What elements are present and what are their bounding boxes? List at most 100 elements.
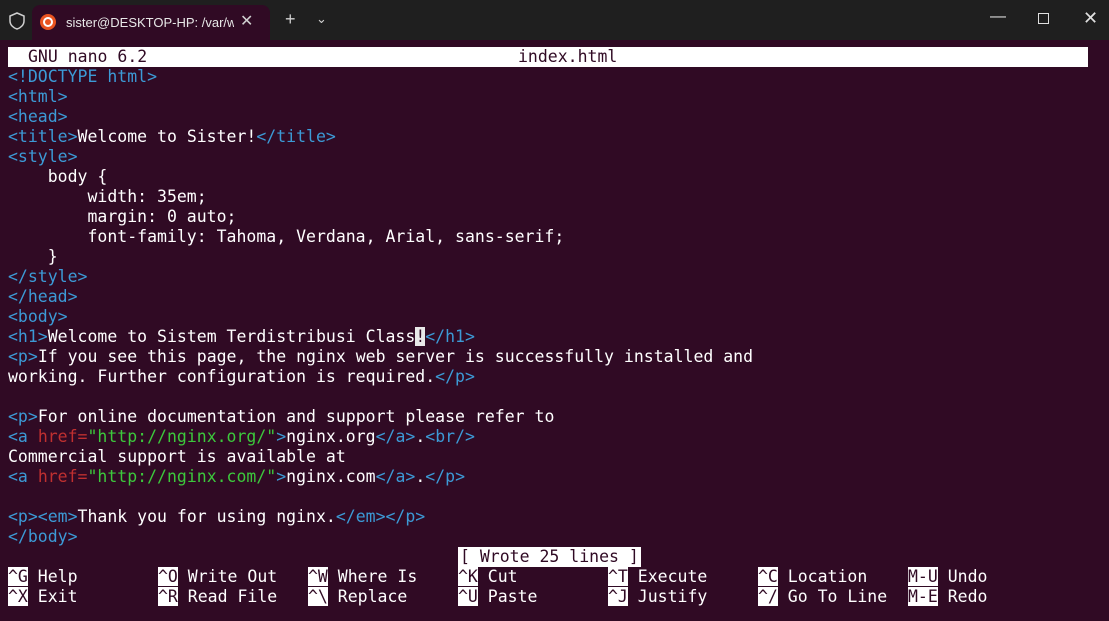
shortcut-label: Undo (937, 567, 988, 586)
code-token: <h1> (8, 327, 48, 346)
shortcut-label: Justify (627, 587, 708, 606)
shortcut-label: Cut (477, 567, 518, 586)
code-line: font-family: Tahoma, Verdana, Arial, san… (8, 227, 753, 247)
window-titlebar: sister@DESKTOP-HP: /var/ww ✕ + ⌄ — ✕ (0, 0, 1109, 40)
code-token: <a (8, 467, 38, 486)
shortcut-key: ^X (8, 587, 28, 606)
file-name: index.html (518, 47, 618, 66)
shortcut-label: Go To Line (777, 587, 888, 606)
code-token: </h1> (425, 327, 475, 346)
shortcut-label: Paste (477, 587, 538, 606)
shortcut-key: ^G (8, 567, 28, 586)
shortcut-execute[interactable]: ^T Execute (608, 567, 707, 587)
code-line: width: 35em; (8, 187, 753, 207)
code-line: working. Further configuration is requir… (8, 367, 753, 387)
shortcut-label: Location (777, 567, 868, 586)
shortcut-undo[interactable]: M-U Undo (908, 567, 987, 587)
code-token: </p> (435, 367, 475, 386)
shortcut-redo[interactable]: M-E Redo (908, 587, 987, 607)
code-token: > (276, 427, 287, 446)
code-token: body { (8, 167, 108, 186)
shortcut-key: ^W (308, 567, 328, 586)
code-token: working. Further configuration is requir… (8, 367, 436, 386)
shortcut-help[interactable]: ^G Help (8, 567, 78, 587)
code-token: Welcome to Sister! (77, 127, 257, 146)
code-token: href= (37, 467, 88, 486)
shortcut-replace[interactable]: ^\ Replace (308, 587, 407, 607)
code-line: <style> (8, 147, 753, 167)
code-token: <p> (8, 407, 38, 426)
shortcut-key: ^\ (308, 587, 328, 606)
code-token: </body> (8, 527, 78, 546)
tab-title: sister@DESKTOP-HP: /var/ww (66, 15, 234, 30)
code-token: <br/> (425, 427, 475, 446)
code-token: "http://nginx.com/" (87, 467, 277, 486)
shortcut-label: Help (27, 567, 78, 586)
code-token: For online documentation and support ple… (37, 407, 555, 426)
shield-icon[interactable] (8, 12, 26, 30)
shortcut-key: M-U (908, 567, 938, 586)
code-token: </p> (425, 467, 466, 486)
code-token: <html> (8, 87, 68, 106)
code-token: </em></p> (335, 507, 426, 526)
code-line: body { (8, 167, 753, 187)
code-token: </head> (8, 287, 78, 306)
code-line: <a href="http://nginx.org/">nginx.org</a… (8, 427, 753, 447)
shortcut-cut[interactable]: ^K Cut (458, 567, 518, 587)
shortcut-label: Where Is (327, 567, 418, 586)
shortcut-label: Replace (327, 587, 408, 606)
code-token: > (276, 467, 287, 486)
status-message: [ Wrote 25 lines ] (458, 547, 641, 567)
code-line: <p>If you see this page, the nginx web s… (8, 347, 753, 367)
chevron-down-icon[interactable]: ⌄ (316, 11, 327, 27)
maximize-icon[interactable] (1038, 13, 1049, 24)
plus-icon[interactable]: + (285, 10, 296, 28)
terminal-tab[interactable]: sister@DESKTOP-HP: /var/ww ✕ (32, 5, 270, 40)
shortcut-key: M-E (908, 587, 938, 606)
shortcut-key: ^U (458, 587, 478, 606)
code-token: nginx.com (286, 467, 376, 486)
code-token: </a> (375, 467, 416, 486)
close-icon[interactable]: ✕ (240, 11, 253, 31)
code-line: <title>Welcome to Sister!</title> (8, 127, 753, 147)
shortcut-paste[interactable]: ^U Paste (458, 587, 537, 607)
shortcut-label: Write Out (177, 567, 278, 586)
code-token: . (415, 427, 426, 446)
minimize-icon[interactable]: — (990, 8, 1006, 26)
shortcut-key: ^C (758, 567, 778, 586)
shortcut-write-out[interactable]: ^O Write Out (158, 567, 277, 587)
code-token: Commercial support is available at (8, 447, 346, 466)
nano-header: GNU nano 6.2 index.html (8, 47, 1088, 67)
code-token: Thank you for using nginx. (77, 507, 336, 526)
code-token: <title> (8, 127, 78, 146)
code-token: . (415, 467, 426, 486)
code-token: <body> (8, 307, 68, 326)
shortcut-exit[interactable]: ^X Exit (8, 587, 78, 607)
ubuntu-icon (40, 14, 56, 30)
code-token: font-family: Tahoma, Verdana, Arial, san… (8, 227, 565, 246)
shortcut-justify[interactable]: ^J Justify (608, 587, 707, 607)
shortcut-read-file[interactable]: ^R Read File (158, 587, 277, 607)
shortcut-label: Execute (627, 567, 708, 586)
code-token: Welcome to Sistem Terdistribusi Class (47, 327, 416, 346)
code-token: <p> (8, 347, 38, 366)
shortcut-key: ^O (158, 567, 178, 586)
shortcut-key: ^K (458, 567, 478, 586)
editor-buffer[interactable]: <!DOCTYPE html> <html> <head> <title>Welcom… (8, 67, 753, 547)
code-token: <head> (8, 107, 68, 126)
shortcut-location[interactable]: ^C Location (758, 567, 867, 587)
code-line: <p><em>Thank you for using nginx.</em></… (8, 507, 753, 527)
shortcut-key: ^J (608, 587, 628, 606)
code-token: </title> (256, 127, 336, 146)
shortcut-label: Redo (937, 587, 988, 606)
nano-version: GNU nano 6.2 (28, 47, 148, 66)
code-token: "http://nginx.org/" (87, 427, 277, 446)
code-line: </style> (8, 267, 753, 287)
shortcut-go-to-line[interactable]: ^/ Go To Line (758, 587, 887, 607)
shortcut-where-is[interactable]: ^W Where Is (308, 567, 417, 587)
shortcut-key: ^R (158, 587, 178, 606)
window-close-icon[interactable]: ✕ (1083, 8, 1098, 29)
shortcut-label: Read File (177, 587, 278, 606)
